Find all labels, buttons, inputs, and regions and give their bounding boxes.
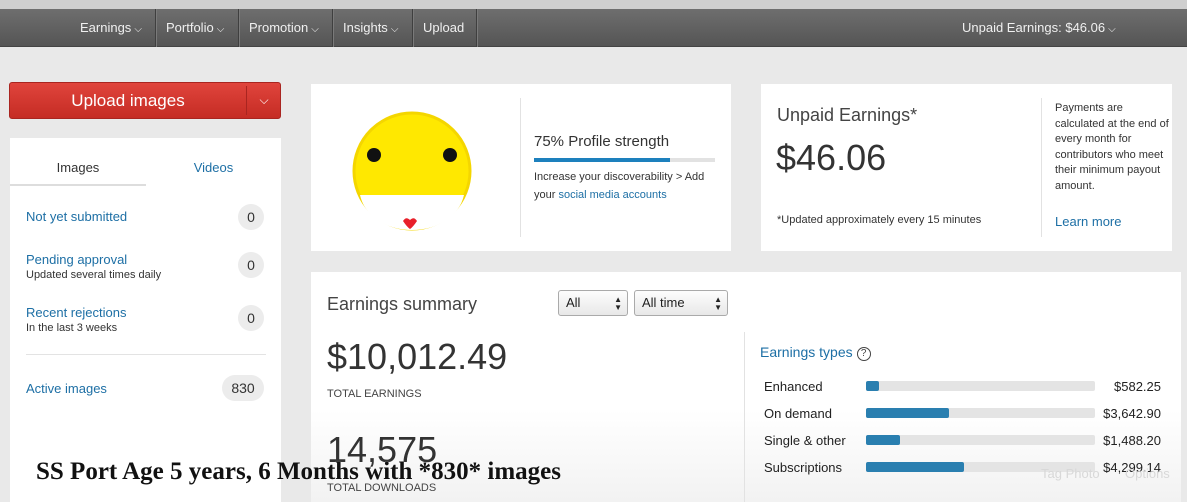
- profile-strength-card: 75% Profile strength Increase your disco…: [311, 84, 731, 251]
- not-yet-submitted-count: 0: [238, 204, 264, 230]
- vertical-divider: [520, 98, 521, 237]
- unpaid-earnings-amount: $46.06: [776, 137, 887, 178]
- earnings-type-fill: [866, 462, 965, 472]
- options-link[interactable]: Options: [1125, 466, 1170, 481]
- smiley-avatar-icon: [352, 111, 472, 231]
- video-caption: SS Port Age 5 years, 6 Months with *830*…: [36, 458, 561, 485]
- nav-separator: [476, 9, 477, 47]
- upload-images-button[interactable]: Upload images ⌵: [9, 82, 281, 119]
- earnings-type-value: $3,642.90: [1103, 406, 1161, 421]
- chevron-down-icon: ⌵: [216, 24, 225, 35]
- help-icon[interactable]: ?: [856, 347, 871, 361]
- time-range-select[interactable]: All time ▲ ▼: [634, 290, 728, 316]
- next-slide-icon[interactable]: ›: [1145, 208, 1158, 253]
- active-images-link[interactable]: Active images: [26, 381, 107, 396]
- divider: [26, 354, 266, 355]
- profile-strength-label: 75% Profile strength: [534, 133, 670, 150]
- profile-strength-fill: [534, 158, 670, 162]
- media-type-select[interactable]: All ▲ ▼: [558, 290, 628, 316]
- nav-insights[interactable]: Insights ⌵: [333, 9, 408, 47]
- chevron-down-icon[interactable]: ⌵: [247, 83, 281, 118]
- earnings-type-bar: [866, 381, 1095, 391]
- earnings-summary-title: Earnings summary: [327, 294, 478, 314]
- earnings-type-subscriptions: Subscriptions: [764, 460, 843, 475]
- media-type-value: All: [566, 295, 581, 310]
- select-arrows-icon: ▲ ▼: [714, 295, 722, 312]
- earnings-type-enhanced: Enhanced: [764, 379, 823, 394]
- unpaid-earnings-card: Unpaid Earnings* $46.06 *Updated approxi…: [761, 84, 1172, 251]
- active-images-count: 830: [222, 375, 264, 401]
- previous-slide-icon[interactable]: ‹: [22, 216, 33, 255]
- nav-unpaid-earnings[interactable]: Unpaid Earnings: $46.06 ⌵: [952, 9, 1126, 47]
- pending-approval-sub: Updated several times daily: [26, 269, 162, 281]
- recent-rejections-sub: In the last 3 weeks: [26, 322, 118, 334]
- unpaid-earnings-note: *Updated approximately every 15 minutes: [777, 214, 982, 226]
- nav-earnings[interactable]: Earnings ⌵: [70, 9, 152, 47]
- earnings-type-fill: [866, 381, 880, 391]
- earnings-type-single-other: Single & other: [764, 433, 846, 448]
- earnings-type-fill: [866, 408, 950, 418]
- profile-strength-bar: [534, 158, 715, 162]
- vertical-divider: [1041, 98, 1042, 237]
- chevron-down-icon: ⌵: [390, 24, 399, 35]
- browser-top-strip: [0, 0, 1187, 9]
- chevron-down-icon: ⌵: [1108, 24, 1116, 35]
- earnings-type-value: $582.25: [1114, 379, 1161, 394]
- vertical-divider: [744, 332, 745, 502]
- recent-rejections-count: 0: [238, 305, 264, 331]
- earnings-type-bar: [866, 408, 1095, 418]
- pending-approval-count: 0: [238, 252, 264, 278]
- total-earnings-label: TOTAL EARNINGS: [327, 388, 422, 400]
- total-earnings-amount: $10,012.49: [327, 336, 508, 377]
- nav-promotion-label: Promotion: [249, 20, 309, 35]
- chevron-down-icon: ⌵: [134, 24, 142, 35]
- tab-images[interactable]: Images: [10, 138, 146, 186]
- nav-insights-label: Insights: [343, 20, 388, 35]
- profile-strength-text: Increase your discoverability > Add your…: [534, 168, 714, 204]
- tab-videos[interactable]: Videos: [146, 138, 281, 186]
- nav-promotion[interactable]: Promotion ⌵: [239, 9, 329, 47]
- earnings-type-bar: [866, 435, 1095, 445]
- learn-more-link[interactable]: Learn more: [1055, 214, 1121, 229]
- earnings-types-label: Earnings types: [760, 344, 853, 360]
- earnings-type-on-demand: On demand: [764, 406, 832, 421]
- nav-unpaid-label: Unpaid Earnings: $46.06: [962, 20, 1106, 35]
- nav-portfolio[interactable]: Portfolio ⌵: [156, 9, 234, 47]
- select-arrows-icon: ▲ ▼: [614, 295, 622, 312]
- time-range-value: All time: [642, 295, 685, 310]
- nav-upload-label: Upload: [423, 20, 465, 35]
- tag-photo-link[interactable]: Tag Photo: [1041, 466, 1100, 481]
- earnings-type-value: $1,488.20: [1103, 433, 1161, 448]
- upload-images-label: Upload images: [71, 91, 185, 110]
- social-media-link[interactable]: social media accounts: [558, 189, 666, 201]
- nav-upload[interactable]: Upload: [413, 9, 474, 47]
- nav-earnings-label: Earnings: [80, 20, 132, 35]
- unpaid-earnings-title: Unpaid Earnings*: [777, 105, 918, 125]
- nav-portfolio-label: Portfolio: [166, 20, 214, 35]
- top-navbar: Earnings ⌵ Portfolio ⌵ Promotion ⌵ Insights…: [0, 9, 1187, 47]
- pending-approval-link[interactable]: Pending approval: [26, 252, 127, 267]
- earnings-types-title: Earnings types?: [760, 344, 871, 361]
- chevron-down-icon: ⌵: [311, 24, 319, 35]
- earnings-type-fill: [866, 435, 901, 445]
- not-yet-submitted-link[interactable]: Not yet submitted: [26, 209, 127, 224]
- recent-rejections-link[interactable]: Recent rejections: [26, 305, 126, 320]
- payments-info: Payments are calculated at the end of ev…: [1055, 102, 1169, 192]
